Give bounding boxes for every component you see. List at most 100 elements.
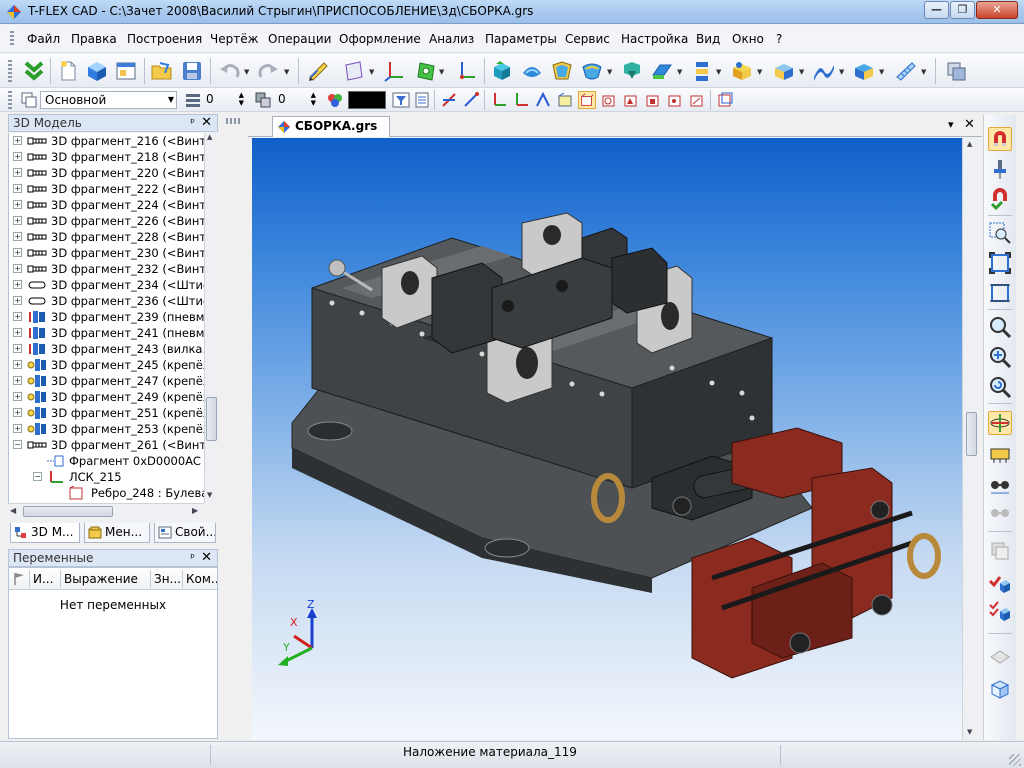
close-panel-icon[interactable]: ✕ (201, 550, 212, 565)
scroll-left-icon[interactable]: ◀ (10, 506, 16, 515)
menu-drawing[interactable]: Чертёж (210, 32, 258, 46)
expand-icon[interactable]: + (13, 360, 22, 369)
expand-icon[interactable]: + (13, 392, 22, 401)
body-operation-dropdown-icon[interactable]: ▼ (799, 68, 804, 76)
undo-dropdown-icon[interactable]: ▼ (244, 68, 249, 76)
stepper-arrows-icon[interactable]: ▲ ▼ (239, 91, 244, 107)
column-name[interactable]: И... (33, 572, 57, 586)
plane-disabled-icon[interactable] (988, 643, 1012, 667)
expand-icon[interactable]: + (13, 296, 22, 305)
menu-formatting[interactable]: Оформление (339, 32, 421, 46)
scroll-right-icon[interactable]: ▶ (192, 506, 198, 515)
model-tree[interactable]: +3D фрагмент_216 (<Винты но+3D фрагмент_… (8, 133, 204, 503)
tree-item[interactable]: +3D фрагмент_216 (<Винты но (9, 133, 204, 149)
column-value[interactable]: Зн... (154, 572, 180, 586)
select-all-bodies-icon[interactable] (716, 91, 734, 109)
thread-icon[interactable] (894, 59, 918, 83)
tree-item[interactable]: +3D фрагмент_218 (<Винты но (9, 149, 204, 165)
tree-item[interactable]: +3D фрагмент_228 (<Винты но (9, 229, 204, 245)
column-expression[interactable]: Выражение (64, 572, 148, 586)
3d-viewport[interactable]: Z X Y (252, 138, 966, 740)
filter-icon[interactable] (392, 91, 410, 109)
sweep-dropdown-icon[interactable]: ▼ (607, 68, 612, 76)
tree-item[interactable]: +3D фрагмент_226 (<Винты но (9, 213, 204, 229)
menu-view[interactable]: Вид (696, 32, 720, 46)
select-fragment-icon[interactable] (666, 91, 684, 109)
save-icon[interactable] (180, 59, 204, 83)
snap-vector-icon[interactable] (462, 91, 480, 109)
fillet-dropdown-icon[interactable]: ▼ (677, 68, 682, 76)
sheet-metal-icon[interactable] (852, 59, 876, 83)
expand-icon[interactable]: + (13, 168, 22, 177)
menu-help[interactable]: ? (776, 32, 782, 46)
expand-icon[interactable]: + (13, 344, 22, 353)
tree-item[interactable]: +3D фрагмент_224 (<Винты но (9, 197, 204, 213)
column-divider[interactable] (182, 570, 183, 588)
shell-icon[interactable] (730, 59, 754, 83)
menu-edit[interactable]: Правка (71, 32, 117, 46)
menu-constructions[interactable]: Построения (127, 32, 202, 46)
sweep-icon[interactable] (580, 59, 604, 83)
document-tab-assembly[interactable]: СБОРКА.grs (272, 116, 390, 137)
menu-grip[interactable] (10, 31, 14, 47)
document-menu-icon[interactable]: ▾ (948, 118, 954, 131)
toolbar-grip[interactable] (8, 60, 12, 82)
menu-service[interactable]: Сервис (565, 32, 610, 46)
thread-dropdown-icon[interactable]: ▼ (921, 68, 926, 76)
tree-item[interactable]: +3D фрагмент_239 (пневмоцил (9, 309, 204, 325)
select-solid-icon[interactable] (622, 91, 640, 109)
glasses-view-icon[interactable] (988, 473, 1012, 497)
expand-icon[interactable]: + (13, 264, 22, 273)
zoom-icon[interactable] (988, 315, 1012, 339)
view-cube-icon[interactable] (988, 677, 1012, 701)
color-palette-icon[interactable] (326, 91, 344, 109)
close-panel-icon[interactable]: ✕ (201, 115, 212, 130)
scroll-down-icon[interactable]: ▼ (967, 728, 972, 736)
redo-icon[interactable] (256, 59, 280, 83)
open-folder-icon[interactable] (150, 59, 174, 83)
pin-snap-icon[interactable] (988, 157, 1012, 181)
menu-file[interactable]: Файл (27, 32, 60, 46)
magnet-check-icon[interactable] (988, 187, 1012, 211)
column-divider[interactable] (29, 570, 30, 588)
selector-list-icon[interactable] (414, 91, 432, 109)
shell-dropdown-icon[interactable]: ▼ (757, 68, 762, 76)
maximize-button[interactable]: ❐ (950, 1, 975, 19)
expand-icon[interactable]: + (13, 184, 22, 193)
minimize-button[interactable]: — (924, 1, 949, 19)
expand-icon[interactable]: + (13, 216, 22, 225)
rotate-view-button[interactable] (988, 411, 1012, 435)
magnet-snap-button[interactable] (988, 127, 1012, 151)
undo-icon[interactable] (218, 59, 242, 83)
document-close-icon[interactable]: ✕ (964, 117, 975, 132)
tree-sub-item[interactable]: Фрагмент 0xD0000AC (<В (9, 453, 204, 469)
tree-sub-item[interactable]: − ЛСК_215 (9, 469, 204, 485)
body-operation-icon[interactable] (772, 59, 796, 83)
new-document-icon[interactable] (56, 59, 80, 83)
3d-node-dropdown-icon[interactable]: ▼ (439, 68, 444, 76)
select-wire-icon[interactable] (688, 91, 706, 109)
array-dropdown-icon[interactable]: ▼ (716, 68, 721, 76)
tree-item[interactable]: +3D фрагмент_251 (крепёж 2.g (9, 405, 204, 421)
select-operation-icon[interactable] (600, 91, 618, 109)
menu-operations[interactable]: Операции (268, 32, 331, 46)
surface-icon[interactable] (812, 59, 836, 83)
sheet-metal-dropdown-icon[interactable]: ▼ (879, 68, 884, 76)
expand-icon[interactable]: + (13, 200, 22, 209)
select-edge-icon[interactable] (534, 91, 552, 109)
expand-icon[interactable]: + (13, 424, 22, 433)
zoom-window-icon[interactable] (988, 221, 1012, 245)
glasses-disabled-icon[interactable] (988, 501, 1012, 525)
dock-splitter-grip[interactable] (226, 118, 242, 124)
tree-item[interactable]: − 3D фрагмент_261 (<Винты но (9, 437, 204, 453)
tree-sub-item[interactable]: Ребро_248 : Булева_2 (9, 485, 204, 501)
viewport-scroll-thumb[interactable] (966, 412, 977, 456)
expand-icon[interactable]: + (13, 152, 22, 161)
pan-3d-icon[interactable] (988, 443, 1012, 467)
sketch-pencil-icon[interactable] (306, 59, 330, 83)
select-face-icon[interactable] (556, 91, 574, 109)
tree-item[interactable]: +3D фрагмент_253 (крепёж 2.g (9, 421, 204, 437)
zoom-extents-icon[interactable] (988, 251, 1012, 275)
tree-horizontal-scrollbar[interactable]: ◀ ▶ (8, 503, 204, 519)
viewport-vertical-scrollbar[interactable]: ▲ ▼ (962, 138, 979, 740)
